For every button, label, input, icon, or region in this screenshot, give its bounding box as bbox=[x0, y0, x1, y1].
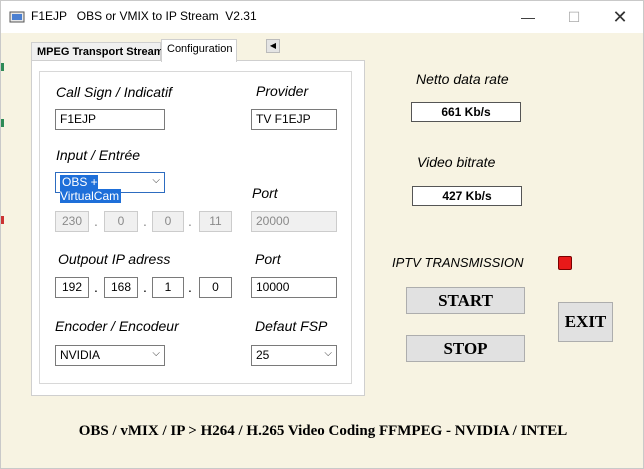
input-source-select[interactable]: OBS + VirtualCam ⌵ bbox=[55, 172, 165, 203]
background-window-edge bbox=[1, 63, 4, 71]
fps-value: 25 bbox=[256, 348, 270, 362]
chevron-down-icon: ⌵ bbox=[324, 348, 332, 359]
tab-configuration[interactable]: Configuration bbox=[161, 39, 237, 62]
start-button[interactable]: START bbox=[406, 287, 525, 314]
ip-separator: . bbox=[188, 213, 192, 229]
tab-scroll-left-icon[interactable]: ◀ bbox=[266, 39, 280, 53]
output-ip-octet-2[interactable]: 168 bbox=[104, 277, 138, 298]
ip-separator: . bbox=[94, 279, 98, 295]
chevron-down-icon: ⌵ bbox=[152, 348, 160, 359]
window-title: F1EJP OBS or VMIX to IP Stream V2.31 bbox=[31, 9, 257, 23]
provider-label: Provider bbox=[256, 83, 309, 99]
output-port-input[interactable]: 10000 bbox=[251, 277, 337, 298]
input-ip-octet-1: 230 bbox=[55, 211, 89, 232]
video-bitrate-value: 427 Kb/s bbox=[412, 186, 522, 206]
ip-separator: . bbox=[143, 213, 147, 229]
fps-select[interactable]: 25 ⌵ bbox=[251, 345, 337, 366]
title-bar: F1EJP OBS or VMIX to IP Stream V2.31 — ☐… bbox=[1, 1, 643, 33]
input-port-input: 20000 bbox=[251, 211, 337, 232]
exit-button[interactable]: EXIT bbox=[558, 302, 613, 342]
iptv-transmission-label: IPTV TRANSMISSION bbox=[392, 255, 524, 270]
close-button[interactable]: ✕ bbox=[597, 1, 643, 33]
tab-mpeg-transport-stream[interactable]: MPEG Transport Stream bbox=[31, 42, 164, 61]
app-icon bbox=[9, 11, 25, 23]
minimize-button[interactable]: — bbox=[505, 1, 551, 33]
input-source-value: OBS + VirtualCam bbox=[60, 175, 122, 203]
chevron-down-icon: ⌵ bbox=[152, 175, 160, 186]
input-label: Input / Entrée bbox=[56, 147, 141, 163]
output-ip-octet-4[interactable]: 0 bbox=[199, 277, 232, 298]
net-data-rate-label: Netto data rate bbox=[416, 71, 509, 87]
input-ip-octet-2: 0 bbox=[104, 211, 138, 232]
app-window: F1EJP OBS or VMIX to IP Stream V2.31 — ☐… bbox=[0, 0, 644, 469]
encoder-select[interactable]: NVIDIA ⌵ bbox=[55, 345, 165, 366]
output-port-label: Port bbox=[255, 251, 281, 267]
input-ip-octet-4: 11 bbox=[199, 211, 232, 232]
provider-input[interactable]: TV F1EJP bbox=[251, 109, 337, 130]
input-port-label: Port bbox=[252, 185, 278, 201]
input-ip-octet-3: 0 bbox=[152, 211, 184, 232]
output-ip-label: Outpout IP adress bbox=[58, 251, 171, 267]
stop-button[interactable]: STOP bbox=[406, 335, 525, 362]
video-bitrate-label: Video bitrate bbox=[417, 154, 496, 170]
fps-label: Defaut FSP bbox=[255, 318, 328, 334]
background-window-edge bbox=[1, 119, 4, 127]
footer-caption: OBS / vMIX / IP > H264 / H.265 Video Cod… bbox=[78, 423, 568, 439]
output-ip-octet-1[interactable]: 192 bbox=[55, 277, 89, 298]
ip-separator: . bbox=[143, 279, 147, 295]
ip-separator: . bbox=[188, 279, 192, 295]
transmission-indicator bbox=[558, 256, 572, 270]
net-data-rate-value: 661 Kb/s bbox=[411, 102, 521, 122]
callsign-input[interactable]: F1EJP bbox=[55, 109, 165, 130]
callsign-label: Call Sign / Indicatif bbox=[56, 84, 172, 100]
background-window-edge bbox=[1, 216, 4, 224]
encoder-value: NVIDIA bbox=[60, 348, 101, 362]
ip-separator: . bbox=[94, 213, 98, 229]
output-ip-octet-3[interactable]: 1 bbox=[152, 277, 184, 298]
maximize-button[interactable]: ☐ bbox=[551, 1, 597, 33]
encoder-label: Encoder / Encodeur bbox=[55, 318, 179, 334]
